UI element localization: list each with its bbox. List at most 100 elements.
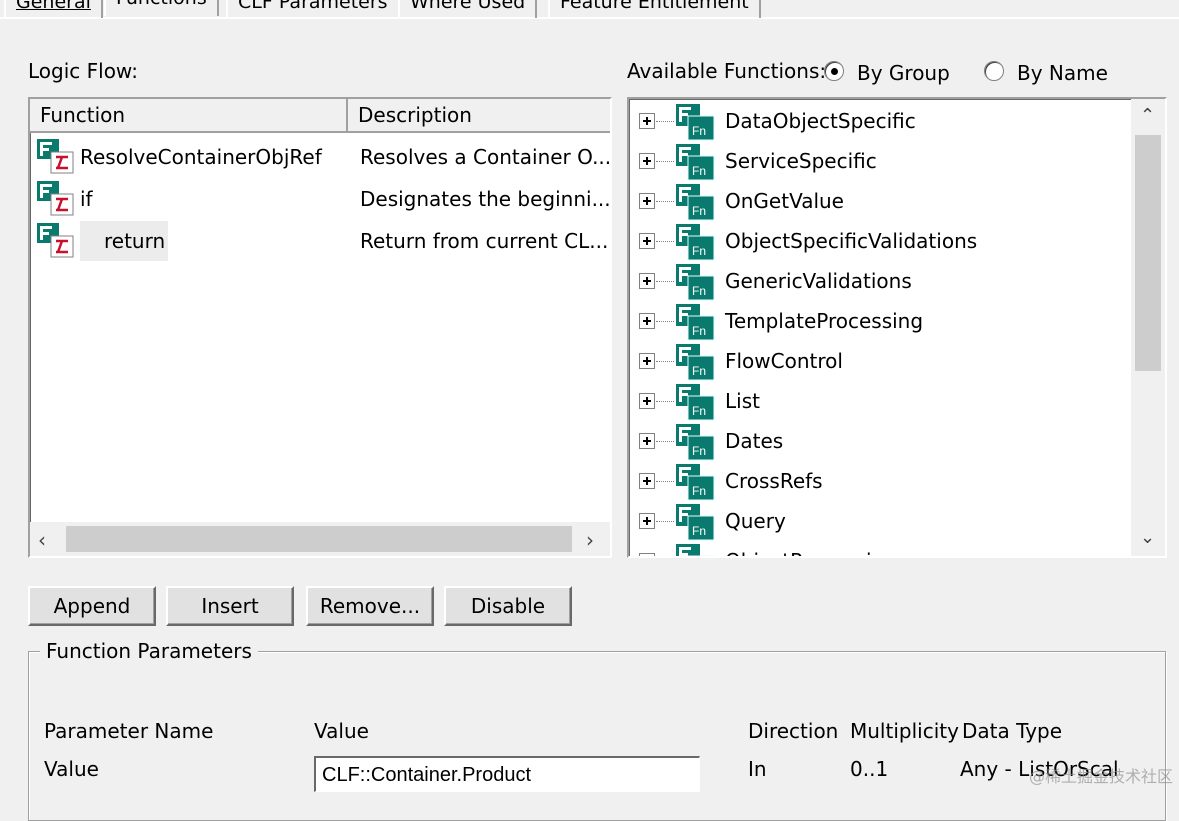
svg-text:Fn: Fn bbox=[692, 244, 706, 258]
append-button-label: Append bbox=[53, 594, 131, 618]
function-group-icon: Fn bbox=[676, 544, 715, 556]
function-group-icon: Fn bbox=[676, 384, 715, 421]
tree-group-label: GenericValidations bbox=[725, 269, 912, 293]
tree-connector bbox=[656, 441, 674, 442]
function-description: Return from current CL... bbox=[360, 229, 609, 253]
tab-functions[interactable]: Functions bbox=[104, 0, 219, 16]
function-name: return bbox=[80, 221, 168, 261]
function-group-icon: Fn bbox=[676, 224, 715, 261]
tree-connector bbox=[656, 481, 674, 482]
expand-icon[interactable] bbox=[639, 193, 655, 209]
function-group-icon: Fn bbox=[676, 504, 715, 541]
tree-connector bbox=[656, 161, 674, 162]
function-group-icon: Fn bbox=[676, 424, 715, 461]
tree-group-item[interactable]: Fn GenericValidations bbox=[637, 261, 1117, 301]
logic-flow-row[interactable]: ResolveContainerObjRef Resolves a Contai… bbox=[30, 137, 610, 177]
param-value-input[interactable]: CLF::Container.Product bbox=[314, 756, 700, 792]
expand-icon[interactable] bbox=[639, 273, 655, 289]
expand-icon[interactable] bbox=[639, 433, 655, 449]
tab-clf-parameters-label: CLF Parameters bbox=[238, 0, 388, 13]
tab-feature-entitlement[interactable]: Feature Entitlement bbox=[548, 0, 761, 18]
scroll-down-icon[interactable]: ⌄ bbox=[1140, 527, 1155, 548]
expand-icon[interactable] bbox=[639, 113, 655, 129]
by-name-radio[interactable] bbox=[984, 61, 1004, 81]
expand-icon[interactable] bbox=[639, 393, 655, 409]
expand-icon[interactable] bbox=[639, 153, 655, 169]
svg-text:Fn: Fn bbox=[692, 524, 706, 538]
tree-group-item[interactable]: Fn CrossRefs bbox=[637, 461, 1117, 501]
function-description: Designates the beginni... bbox=[360, 187, 611, 211]
tree-group-label: Dates bbox=[725, 429, 784, 453]
tree-group-item[interactable]: Fn Dates bbox=[637, 421, 1117, 461]
tree-group-label: ServiceSpecific bbox=[725, 149, 877, 173]
expand-icon[interactable] bbox=[639, 233, 655, 249]
function-group-icon: Fn bbox=[676, 344, 715, 381]
vertical-scrollbar[interactable]: ⌃ ⌄ bbox=[1131, 99, 1165, 556]
expand-icon[interactable] bbox=[639, 473, 655, 489]
svg-text:Fn: Fn bbox=[692, 364, 706, 378]
scroll-up-icon[interactable]: ⌃ bbox=[1140, 105, 1155, 126]
tree-group-item[interactable]: Fn FlowControl bbox=[637, 341, 1117, 381]
svg-text:Fn: Fn bbox=[692, 444, 706, 458]
tree-group-item[interactable]: Fn OnGetValue bbox=[637, 181, 1117, 221]
function-group-icon: Fn bbox=[676, 464, 715, 501]
tree-group-item[interactable]: Fn DataObjectSpecific bbox=[637, 101, 1117, 141]
tree-group-item[interactable]: Fn TemplateProcessing bbox=[637, 301, 1117, 341]
logic-flow-row[interactable]: if Designates the beginni... bbox=[30, 179, 610, 219]
tab-clf-parameters[interactable]: CLF Parameters bbox=[226, 0, 400, 18]
tree-connector bbox=[656, 121, 674, 122]
tab-general[interactable]: General bbox=[4, 0, 103, 18]
tree-connector bbox=[656, 281, 674, 282]
tree-group-label: DataObjectSpecific bbox=[725, 109, 916, 133]
tree-group-item[interactable]: Fn List bbox=[637, 381, 1117, 421]
insert-button[interactable]: Insert bbox=[166, 586, 294, 626]
scrollbar-thumb[interactable] bbox=[1135, 135, 1161, 371]
scrollbar-thumb[interactable] bbox=[66, 526, 572, 552]
tree-group-item[interactable]: Fn ObjectProcessing bbox=[637, 541, 1117, 556]
disable-button[interactable]: Disable bbox=[444, 586, 572, 626]
tree-group-item[interactable]: Fn ObjectSpecificValidations bbox=[637, 221, 1117, 261]
tab-where-used[interactable]: Where Used bbox=[398, 0, 538, 18]
tree-group-item[interactable]: Fn ServiceSpecific bbox=[637, 141, 1117, 181]
function-parameters-title: Function Parameters bbox=[40, 636, 258, 666]
column-header-description[interactable]: Description bbox=[348, 99, 610, 133]
expand-icon[interactable] bbox=[639, 513, 655, 529]
function-name: ResolveContainerObjRef bbox=[80, 145, 322, 169]
remove-button[interactable]: Remove... bbox=[306, 586, 434, 626]
by-name-label[interactable]: By Name bbox=[1017, 58, 1108, 88]
svg-text:Fn: Fn bbox=[692, 284, 706, 298]
logic-flow-list[interactable]: Function Description ResolveContainerObj… bbox=[28, 97, 612, 558]
function-group-icon: Fn bbox=[676, 264, 715, 301]
svg-text:Fn: Fn bbox=[692, 404, 706, 418]
append-button[interactable]: Append bbox=[28, 586, 156, 626]
column-header-function[interactable]: Function bbox=[30, 99, 348, 133]
function-icon bbox=[37, 181, 74, 216]
tree-group-label: ObjectSpecificValidations bbox=[725, 229, 978, 253]
param-name-header: Parameter Name bbox=[44, 719, 214, 743]
scroll-left-icon[interactable]: ‹ bbox=[38, 528, 46, 552]
tree-group-item[interactable]: Fn Query bbox=[637, 501, 1117, 541]
remove-button-label: Remove... bbox=[319, 594, 421, 618]
tab-feature-entitlement-label: Feature Entitlement bbox=[560, 0, 749, 13]
horizontal-scrollbar[interactable]: ‹ › bbox=[30, 522, 610, 556]
function-name: if bbox=[80, 187, 93, 211]
by-group-label[interactable]: By Group bbox=[857, 58, 950, 88]
logic-flow-row[interactable]: return Return from current CL... bbox=[30, 221, 610, 261]
expand-icon[interactable] bbox=[639, 353, 655, 369]
available-functions-tree[interactable]: Fn DataObjectSpecific Fn ServiceSpecific Fn O… bbox=[627, 97, 1167, 558]
by-group-radio[interactable] bbox=[824, 61, 844, 81]
logic-flow-label: Logic Flow: bbox=[28, 59, 138, 83]
tab-where-used-label: Where Used bbox=[410, 0, 526, 13]
expand-icon[interactable] bbox=[639, 553, 655, 556]
expand-icon[interactable] bbox=[639, 313, 655, 329]
param-multiplicity-header: Multiplicity bbox=[850, 719, 959, 743]
tree-connector bbox=[656, 401, 674, 402]
scroll-right-icon[interactable]: › bbox=[586, 528, 594, 552]
svg-text:Fn: Fn bbox=[692, 324, 706, 338]
insert-button-label: Insert bbox=[201, 594, 259, 618]
param-direction-header: Direction bbox=[748, 719, 839, 743]
param-multiplicity: 0..1 bbox=[850, 757, 889, 781]
tree-group-label: OnGetValue bbox=[725, 189, 844, 213]
tab-functions-label: Functions bbox=[116, 0, 207, 9]
tree-group-label: ObjectProcessing bbox=[725, 541, 897, 556]
